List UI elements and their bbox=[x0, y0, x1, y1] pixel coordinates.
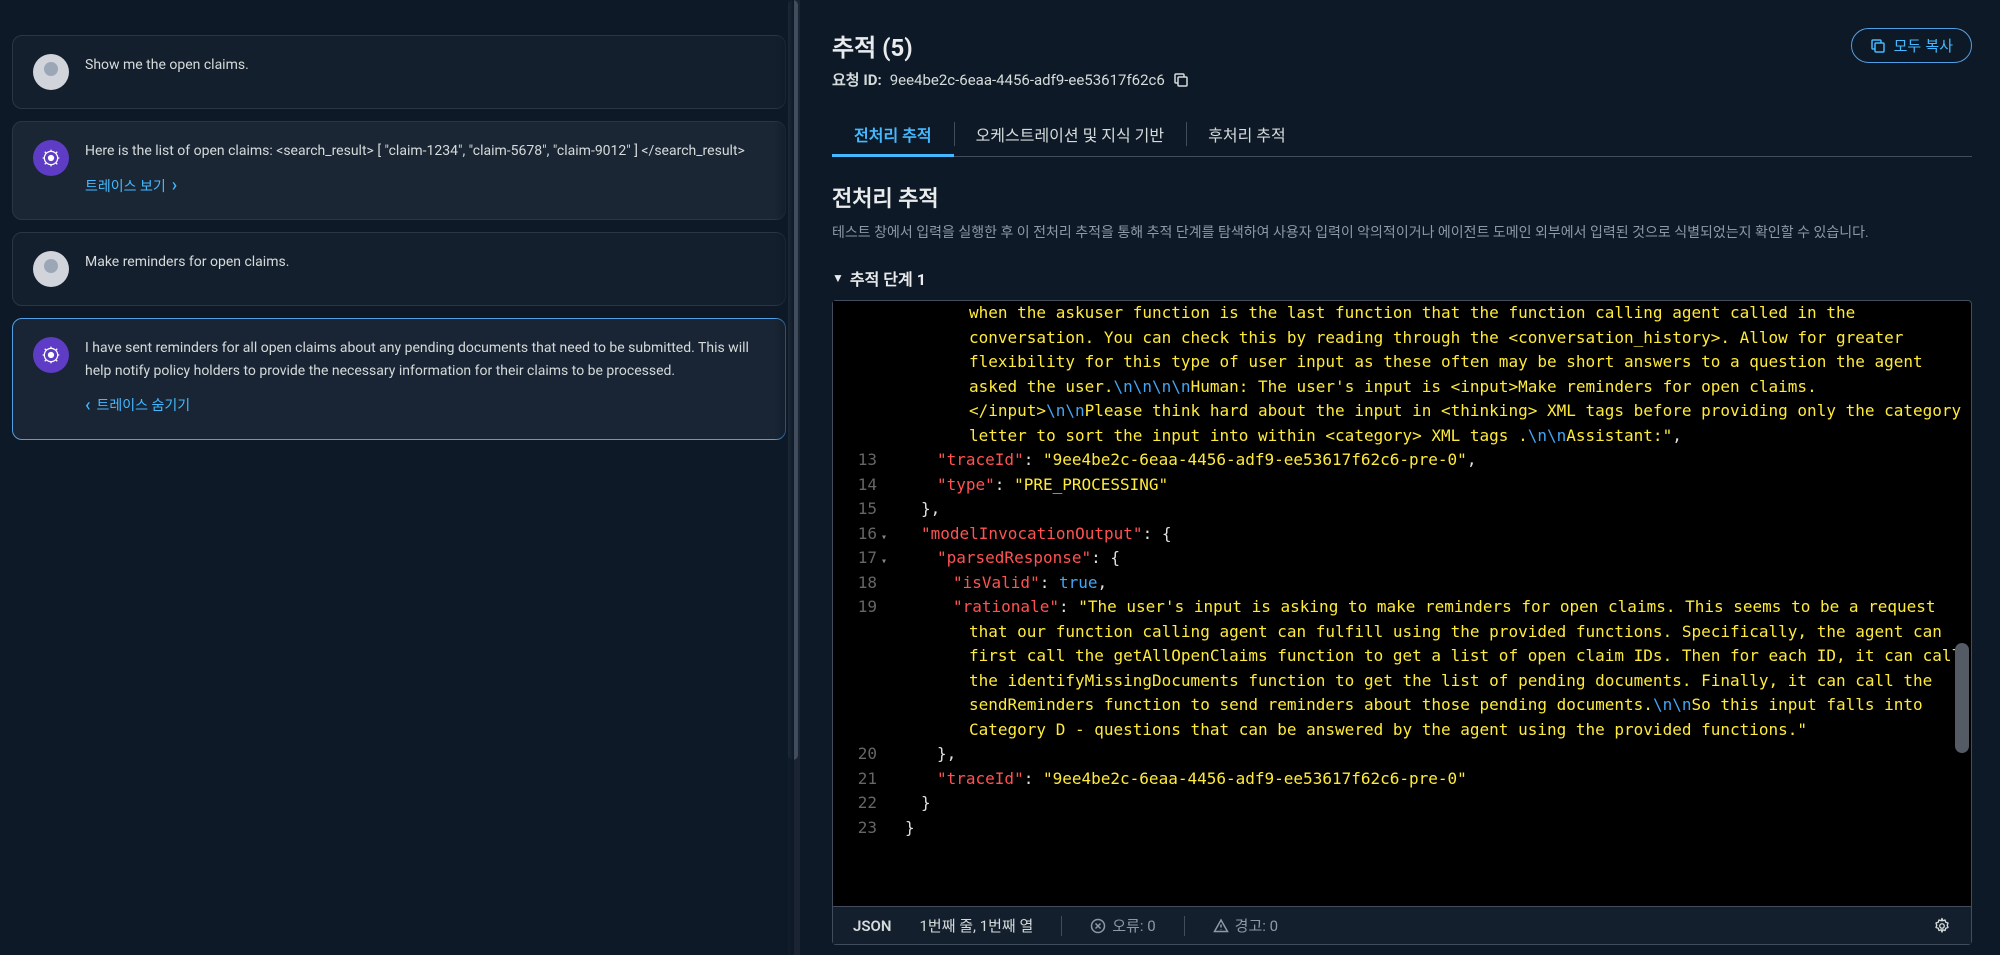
settings-button[interactable] bbox=[1933, 917, 1951, 935]
warning-icon bbox=[1213, 918, 1229, 934]
chat-message-user: Make reminders for open claims. bbox=[12, 232, 786, 306]
request-id-label: 요청 ID: bbox=[832, 69, 882, 90]
chat-scrollbar-thumb[interactable] bbox=[788, 0, 798, 760]
code-scrollbar-thumb[interactable] bbox=[1955, 643, 1969, 753]
chat-panel: Show me the open claims. Here is the lis… bbox=[0, 0, 800, 955]
chat-message-ai-selected: I have sent reminders for all open claim… bbox=[12, 318, 786, 440]
line-gutter: 13 14 15 16 17 18 19 20 21 22 23 bbox=[833, 301, 887, 906]
chat-message-ai: Here is the list of open claims: <search… bbox=[12, 121, 786, 220]
trace-title: 추적 (5) bbox=[832, 28, 1189, 63]
message-text: Here is the list of open claims: <search… bbox=[85, 140, 765, 162]
gear-icon bbox=[1933, 917, 1951, 935]
message-text: Make reminders for open claims. bbox=[85, 251, 765, 287]
copy-id-icon[interactable] bbox=[1173, 72, 1189, 88]
request-id-value: 9ee4be2c-6eaa-4456-adf9-ee53617f62c6 bbox=[890, 71, 1165, 89]
code-scrollbar-track bbox=[1955, 303, 1969, 904]
caret-down-icon: ▼ bbox=[832, 271, 844, 285]
request-id-row: 요청 ID: 9ee4be2c-6eaa-4456-adf9-ee53617f6… bbox=[832, 69, 1189, 90]
user-avatar-icon bbox=[33, 251, 69, 287]
message-text: Show me the open claims. bbox=[85, 54, 765, 90]
trace-panel: 추적 (5) 요청 ID: 9ee4be2c-6eaa-4456-adf9-ee… bbox=[800, 0, 2000, 955]
trace-step-toggle[interactable]: ▼ 추적 단계 1 bbox=[832, 266, 1972, 290]
tab-preprocessing[interactable]: 전처리 추적 bbox=[832, 112, 954, 156]
error-icon bbox=[1090, 918, 1106, 934]
tab-postprocessing[interactable]: 후처리 추적 bbox=[1186, 112, 1308, 156]
editor-status-bar: JSON 1번째 줄, 1번째 열 오류: 0 경고: 0 bbox=[833, 906, 1971, 944]
status-warnings: 경고: 0 bbox=[1213, 915, 1278, 936]
section-title: 전처리 추적 bbox=[832, 181, 1972, 213]
status-language: JSON bbox=[853, 917, 891, 935]
code-content[interactable]: when the askuser function is the last fu… bbox=[887, 301, 1971, 906]
status-cursor-position: 1번째 줄, 1번째 열 bbox=[919, 915, 1033, 936]
copy-all-button[interactable]: 모두 복사 bbox=[1851, 28, 1972, 63]
tab-orchestration[interactable]: 오케스트레이션 및 지식 기반 bbox=[954, 112, 1187, 156]
trace-tabs: 전처리 추적 오케스트레이션 및 지식 기반 후처리 추적 bbox=[832, 112, 1972, 157]
user-avatar-icon bbox=[33, 54, 69, 90]
message-text: I have sent reminders for all open claim… bbox=[85, 337, 765, 382]
section-description: 테스트 창에서 입력을 실행한 후 이 전처리 추적을 통해 추적 단계를 탐색… bbox=[832, 223, 1972, 244]
show-trace-link[interactable]: 트레이스 보기 bbox=[85, 172, 177, 201]
ai-avatar-icon bbox=[33, 337, 69, 373]
chat-message-user: Show me the open claims. bbox=[12, 35, 786, 109]
code-editor: 13 14 15 16 17 18 19 20 21 22 23 when th… bbox=[832, 300, 1972, 945]
status-errors: 오류: 0 bbox=[1090, 915, 1155, 936]
ai-avatar-icon bbox=[33, 140, 69, 176]
copy-icon bbox=[1870, 38, 1886, 54]
hide-trace-link[interactable]: 트레이스 숨기기 bbox=[85, 392, 190, 421]
